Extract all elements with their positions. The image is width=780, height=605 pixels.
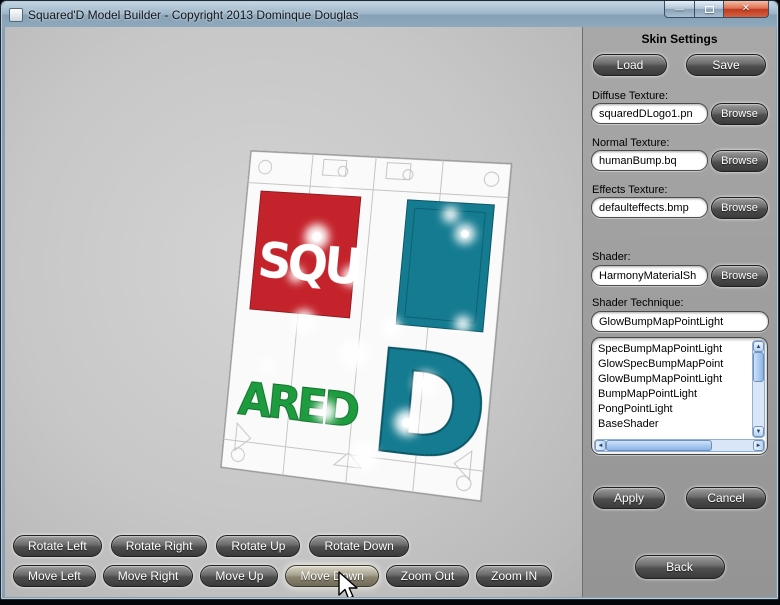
skin-settings-panel: Skin Settings Load Save Diffuse Texture:…: [582, 27, 776, 597]
scroll-left-button[interactable]: ◄: [595, 440, 606, 451]
vertical-scroll-track[interactable]: [753, 352, 764, 426]
scroll-right-button[interactable]: ►: [753, 440, 764, 451]
cancel-button[interactable]: Cancel: [686, 487, 766, 509]
list-item[interactable]: BumpMapPointLight: [598, 387, 749, 402]
move-left-button[interactable]: Move Left: [13, 565, 96, 587]
effects-texture-row: Browse: [591, 197, 768, 219]
app-icon: [9, 8, 23, 22]
normal-texture-label: Normal Texture:: [592, 137, 669, 149]
minimize-icon: —: [675, 5, 684, 14]
rotate-up-button[interactable]: Rotate Up: [216, 535, 300, 557]
list-item[interactable]: GlowSpecBumpMapPoint: [598, 357, 749, 372]
diffuse-browse-button[interactable]: Browse: [711, 103, 768, 125]
effects-browse-button[interactable]: Browse: [711, 197, 768, 219]
technique-listbox: SpecBumpMapPointLight GlowSpecBumpMapPoi…: [591, 337, 768, 455]
maximize-button[interactable]: [694, 1, 723, 18]
shader-label: Shader:: [592, 251, 631, 263]
shader-technique-label: Shader Technique:: [592, 297, 684, 309]
list-item[interactable]: SpecBumpMapPointLight: [598, 342, 749, 357]
apply-button[interactable]: Apply: [593, 487, 665, 509]
scroll-down-button[interactable]: ▼: [753, 426, 764, 437]
move-controls: Move Left Move Right Move Up Move Down Z…: [13, 565, 552, 587]
minimize-button[interactable]: —: [664, 1, 694, 18]
vertical-scroll-thumb[interactable]: [753, 352, 764, 382]
horizontal-scroll-thumb[interactable]: [606, 440, 712, 451]
maximize-icon: [705, 6, 714, 13]
normal-texture-row: Browse: [591, 150, 768, 172]
model-viewport: SQU ARED D Rotate Left Rotate Right Rota…: [5, 27, 582, 597]
load-button[interactable]: Load: [593, 54, 667, 76]
shader-row: Browse: [591, 265, 768, 287]
zoom-in-button[interactable]: Zoom IN: [476, 565, 552, 587]
model-texture: SQU ARED D: [220, 150, 513, 502]
close-button[interactable]: ✕: [723, 1, 769, 18]
rotate-down-button[interactable]: Rotate Down: [309, 535, 408, 557]
diffuse-texture-label: Diffuse Texture:: [592, 90, 668, 102]
horizontal-scroll-track[interactable]: [606, 440, 753, 451]
shader-input[interactable]: [591, 265, 708, 286]
zoom-out-button[interactable]: Zoom Out: [386, 565, 469, 587]
diffuse-texture-input[interactable]: [591, 103, 708, 124]
model-3d: SQU ARED D: [220, 150, 513, 502]
titlebar: Squared'D Model Builder - Copyright 2013…: [2, 2, 777, 27]
save-button[interactable]: Save: [686, 54, 766, 76]
arrow-left-icon: ◄: [598, 443, 604, 449]
horizontal-scrollbar[interactable]: ◄ ►: [594, 439, 765, 452]
arrow-down-icon: ▼: [756, 429, 762, 435]
vertical-scrollbar[interactable]: ▲ ▼: [752, 340, 765, 438]
technique-list: SpecBumpMapPointLight GlowSpecBumpMapPoi…: [598, 342, 749, 437]
client-area: SQU ARED D Rotate Left Rotate Right Rota…: [5, 27, 776, 597]
rotate-right-button[interactable]: Rotate Right: [111, 535, 208, 557]
panel-title: Skin Settings: [583, 32, 776, 46]
list-item[interactable]: PongPointLight: [598, 402, 749, 417]
rotate-controls: Rotate Left Rotate Right Rotate Up Rotat…: [13, 535, 409, 557]
move-up-button[interactable]: Move Up: [200, 565, 278, 587]
arrow-right-icon: ►: [756, 443, 762, 449]
window-controls: — ✕: [664, 1, 769, 18]
window-title: Squared'D Model Builder - Copyright 2013…: [28, 8, 358, 22]
scroll-up-button[interactable]: ▲: [753, 341, 764, 352]
logo-big-d-text: D: [364, 318, 496, 497]
app-window: Squared'D Model Builder - Copyright 2013…: [0, 0, 779, 600]
list-item[interactable]: BaseShader: [598, 417, 749, 432]
effects-texture-input[interactable]: [591, 197, 708, 218]
move-down-button[interactable]: Move Down: [285, 565, 378, 587]
shader-browse-button[interactable]: Browse: [711, 265, 768, 287]
list-item[interactable]: GlowBumpMapPointLight: [598, 372, 749, 387]
effects-texture-label: Effects Texture:: [592, 184, 667, 196]
shader-technique-input[interactable]: [591, 311, 769, 332]
close-icon: ✕: [742, 4, 750, 14]
normal-texture-input[interactable]: [591, 150, 708, 171]
normal-browse-button[interactable]: Browse: [711, 150, 768, 172]
move-right-button[interactable]: Move Right: [103, 565, 194, 587]
back-button[interactable]: Back: [635, 555, 725, 579]
rotate-left-button[interactable]: Rotate Left: [13, 535, 102, 557]
diffuse-texture-row: Browse: [591, 103, 768, 125]
arrow-up-icon: ▲: [756, 344, 762, 350]
